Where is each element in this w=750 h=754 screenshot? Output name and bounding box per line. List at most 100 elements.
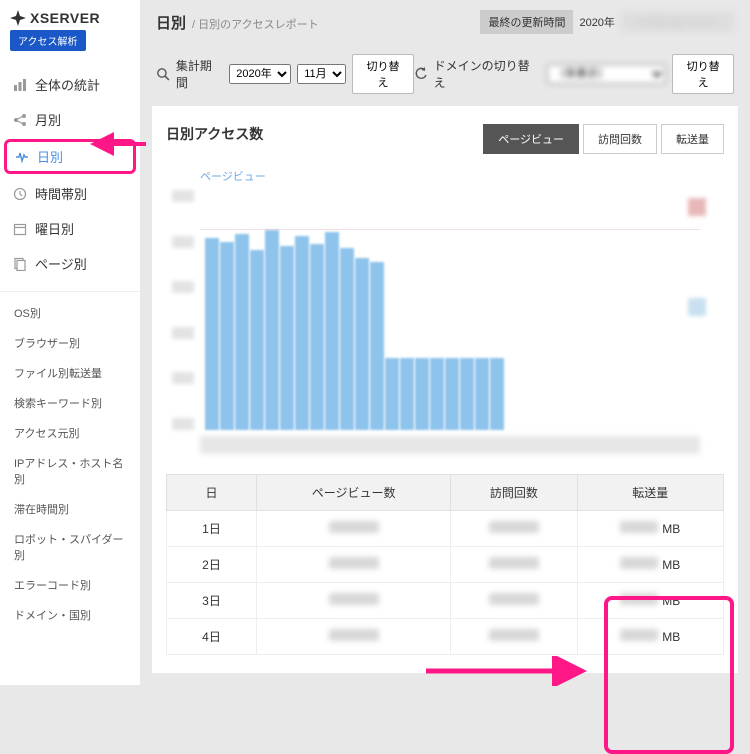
page-title: 日別 / 日別のアクセスレポート [156,12,319,33]
cell-visits [451,619,577,655]
chart-series-label: ページビュー [200,168,700,184]
cell-transfer: MB [577,511,723,547]
cell-day: 1日 [167,511,257,547]
nav-item-daily[interactable]: 日別 [4,139,136,174]
chart-bar [280,246,294,430]
pulse-icon [14,150,30,164]
chart-bar [340,248,354,430]
chart-bar [205,238,219,430]
chart-legend-swatches [688,198,706,316]
chart-bar [475,358,489,430]
annotation-arrow-transfer [422,656,592,686]
toolbar: 集計期間 2020年 11月 切り替え ドメインの切り替え （非表示） 切り替え [140,44,750,106]
cell-pageviews [257,511,451,547]
chart-bar [400,358,414,430]
chart: ページビュー [200,168,700,454]
title-sub: / 日別のアクセスレポート [192,16,319,32]
main-content: 日別 / 日別のアクセスレポート 最終の更新時間 2020年 00月00日 00… [140,0,750,685]
nav-sub-file-transfer[interactable]: ファイル別転送量 [0,358,140,388]
cell-pageviews [257,547,451,583]
title-main: 日別 [156,12,186,33]
tab-pageview[interactable]: ページビュー [483,124,579,154]
chart-bar [265,230,279,430]
nav-main: 全体の統計 月別 日別 時間帯別 曜日別 ページ別 [0,67,140,281]
nav-sub-stay[interactable]: 滞在時間別 [0,494,140,524]
table-row: 3日 MB [167,583,724,619]
nav-item-overall[interactable]: 全体の統計 [0,67,140,102]
nav-sub: OS別 ブラウザー別 ファイル別転送量 検索キーワード別 アクセス元別 IPアド… [0,291,140,630]
pages-icon [12,257,28,271]
card-title: 日別アクセス数 [166,124,263,144]
nav-sub-domain[interactable]: ドメイン・国別 [0,600,140,630]
metric-tabs: ページビュー 訪問回数 転送量 [483,124,724,154]
nav-sub-referrer[interactable]: アクセス元別 [0,418,140,448]
nav-sub-os[interactable]: OS別 [0,298,140,328]
tab-visits[interactable]: 訪問回数 [583,124,657,154]
nav-label: 全体の統計 [35,75,100,94]
stats-icon [12,78,28,92]
last-update: 最終の更新時間 2020年 00月00日 00:00 [480,10,734,34]
period-switch-button[interactable]: 切り替え [352,54,413,94]
last-update-label: 最終の更新時間 [480,10,573,34]
nav-item-weekday[interactable]: 曜日別 [0,211,140,246]
cell-visits [451,547,577,583]
domain-select[interactable]: （非表示） [547,64,666,84]
nav-sub-ip-host[interactable]: IPアドレス・ホスト名別 [0,448,140,494]
nav-sub-keyword[interactable]: 検索キーワード別 [0,388,140,418]
th-pageviews: ページビュー数 [257,475,451,511]
cell-visits [451,511,577,547]
year-select[interactable]: 2020年 [229,64,291,84]
nav-sub-browser[interactable]: ブラウザー別 [0,328,140,358]
clock-icon [12,187,28,201]
domain-switch-button[interactable]: 切り替え [672,54,734,94]
cell-transfer: MB [577,583,723,619]
chart-area [200,190,700,430]
nav-item-page[interactable]: ページ別 [0,246,140,281]
nav-item-hourly[interactable]: 時間帯別 [0,176,140,211]
cell-visits [451,583,577,619]
chart-bar [430,358,444,430]
last-update-year: 2020年 [579,14,614,30]
nav-label: 月別 [35,110,61,129]
brand-block: XSERVER アクセス解析 [0,0,140,59]
calendar-icon [12,222,28,236]
brand-logo: XSERVER [10,10,130,26]
tab-transfer[interactable]: 転送量 [661,124,724,154]
toolbar-domain: ドメインの切り替え （非表示） 切り替え [414,54,734,94]
chart-bar [355,258,369,430]
chart-bar [235,234,249,430]
nav-sub-error[interactable]: エラーコード別 [0,570,140,600]
cell-day: 3日 [167,583,257,619]
chart-bar [445,358,459,430]
th-transfer: 転送量 [577,475,723,511]
table-row: 2日MB [167,547,724,583]
month-select[interactable]: 11月 [297,64,346,84]
chart-bar [385,358,399,430]
chart-y-ticks [172,190,194,430]
chart-bar [460,358,474,430]
page-header: 日別 / 日別のアクセスレポート 最終の更新時間 2020年 00月00日 00… [140,0,750,44]
toolbar-period: 集計期間 2020年 11月 切り替え [156,54,414,94]
nav-sub-robot[interactable]: ロボット・スパイダー別 [0,524,140,570]
brand-name: XSERVER [30,10,100,26]
content-card: 日別アクセス数 ページビュー 訪問回数 転送量 ページビュー [152,106,738,673]
th-visits: 訪問回数 [451,475,577,511]
domain-switch-label: ドメインの切り替え [434,57,541,91]
cell-day: 4日 [167,619,257,655]
th-day: 日 [167,475,257,511]
refresh-icon [414,67,428,81]
search-icon [156,67,170,81]
table-row: 1日 MB [167,511,724,547]
chart-bar [310,244,324,430]
chart-bar [490,358,504,430]
cell-pageviews [257,583,451,619]
chart-bar [415,358,429,430]
chart-bar [250,250,264,430]
chart-bar [325,232,339,430]
nav-item-monthly[interactable]: 月別 [0,102,140,137]
nav-label: 時間帯別 [35,184,87,203]
chart-bar [295,236,309,430]
nav-label: 日別 [37,147,63,166]
sidebar: XSERVER アクセス解析 全体の統計 月別 日別 時間帯別 [0,0,140,685]
table-row: 4日MB [167,619,724,655]
